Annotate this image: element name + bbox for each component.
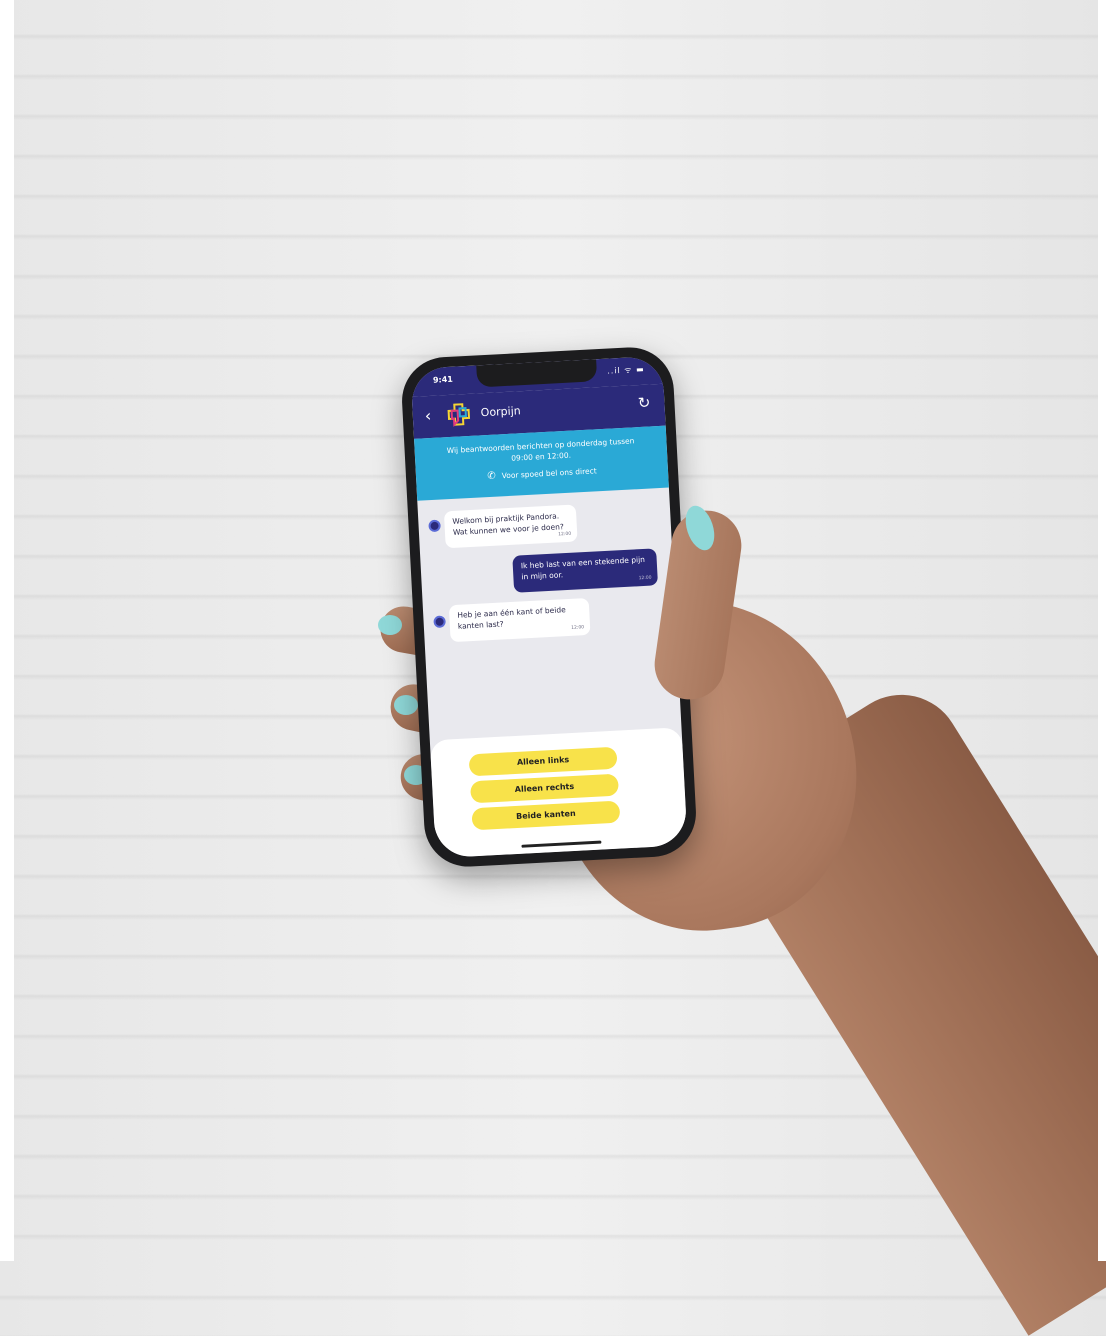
smartphone: 9:41 ..il ᯤ ▬ ‹ Oorpijn ↻ Wij beantwoord… bbox=[399, 345, 699, 869]
logo-icon bbox=[447, 403, 471, 428]
status-time: 9:41 bbox=[432, 374, 454, 385]
call-text: Voor spoed bel ons direct bbox=[501, 466, 597, 481]
message-text: Ik heb last van een stekende pijn in mij… bbox=[520, 554, 646, 582]
info-banner: Wij beantwoorden berichten op donderdag … bbox=[414, 425, 669, 501]
message-bubble-incoming: Heb je aan één kant of beide kanten last… bbox=[448, 597, 591, 643]
avatar bbox=[433, 615, 446, 629]
home-indicator[interactable] bbox=[521, 840, 602, 848]
message-time: 12:00 bbox=[558, 531, 572, 538]
message-text: Welkom bij praktijk Pandora. Wat kunnen … bbox=[452, 511, 565, 537]
message-time: 12:00 bbox=[571, 625, 585, 631]
page-title: Oorpijn bbox=[480, 404, 522, 420]
choice-button-right[interactable]: Alleen rechts bbox=[470, 773, 619, 804]
refresh-icon[interactable]: ↻ bbox=[637, 393, 651, 412]
message-bubble-outgoing: Ik heb last van een stekende pijn in mij… bbox=[512, 548, 659, 593]
phone-icon: ✆ bbox=[487, 470, 496, 483]
message-text: Heb je aan één kant of beide kanten last… bbox=[457, 605, 566, 631]
status-icons: ..il ᯤ ▬ bbox=[607, 364, 645, 376]
chat-thread: Welkom bij praktijk Pandora. Wat kunnen … bbox=[417, 490, 682, 753]
phone-screen: 9:41 ..il ᯤ ▬ ‹ Oorpijn ↻ Wij beantwoord… bbox=[410, 355, 688, 859]
choice-button-left[interactable]: Alleen links bbox=[468, 746, 618, 777]
back-icon[interactable]: ‹ bbox=[424, 406, 431, 425]
message-time: 12:00 bbox=[638, 575, 652, 582]
choice-button-both[interactable]: Beide kanten bbox=[471, 800, 621, 831]
fingernail bbox=[394, 695, 418, 715]
message-bubble-incoming: Welkom bij praktijk Pandora. Wat kunnen … bbox=[443, 504, 578, 549]
fingernail bbox=[378, 615, 402, 635]
quick-replies: Alleen links Alleen rechts Beide kanten bbox=[429, 727, 688, 859]
avatar bbox=[428, 519, 441, 533]
